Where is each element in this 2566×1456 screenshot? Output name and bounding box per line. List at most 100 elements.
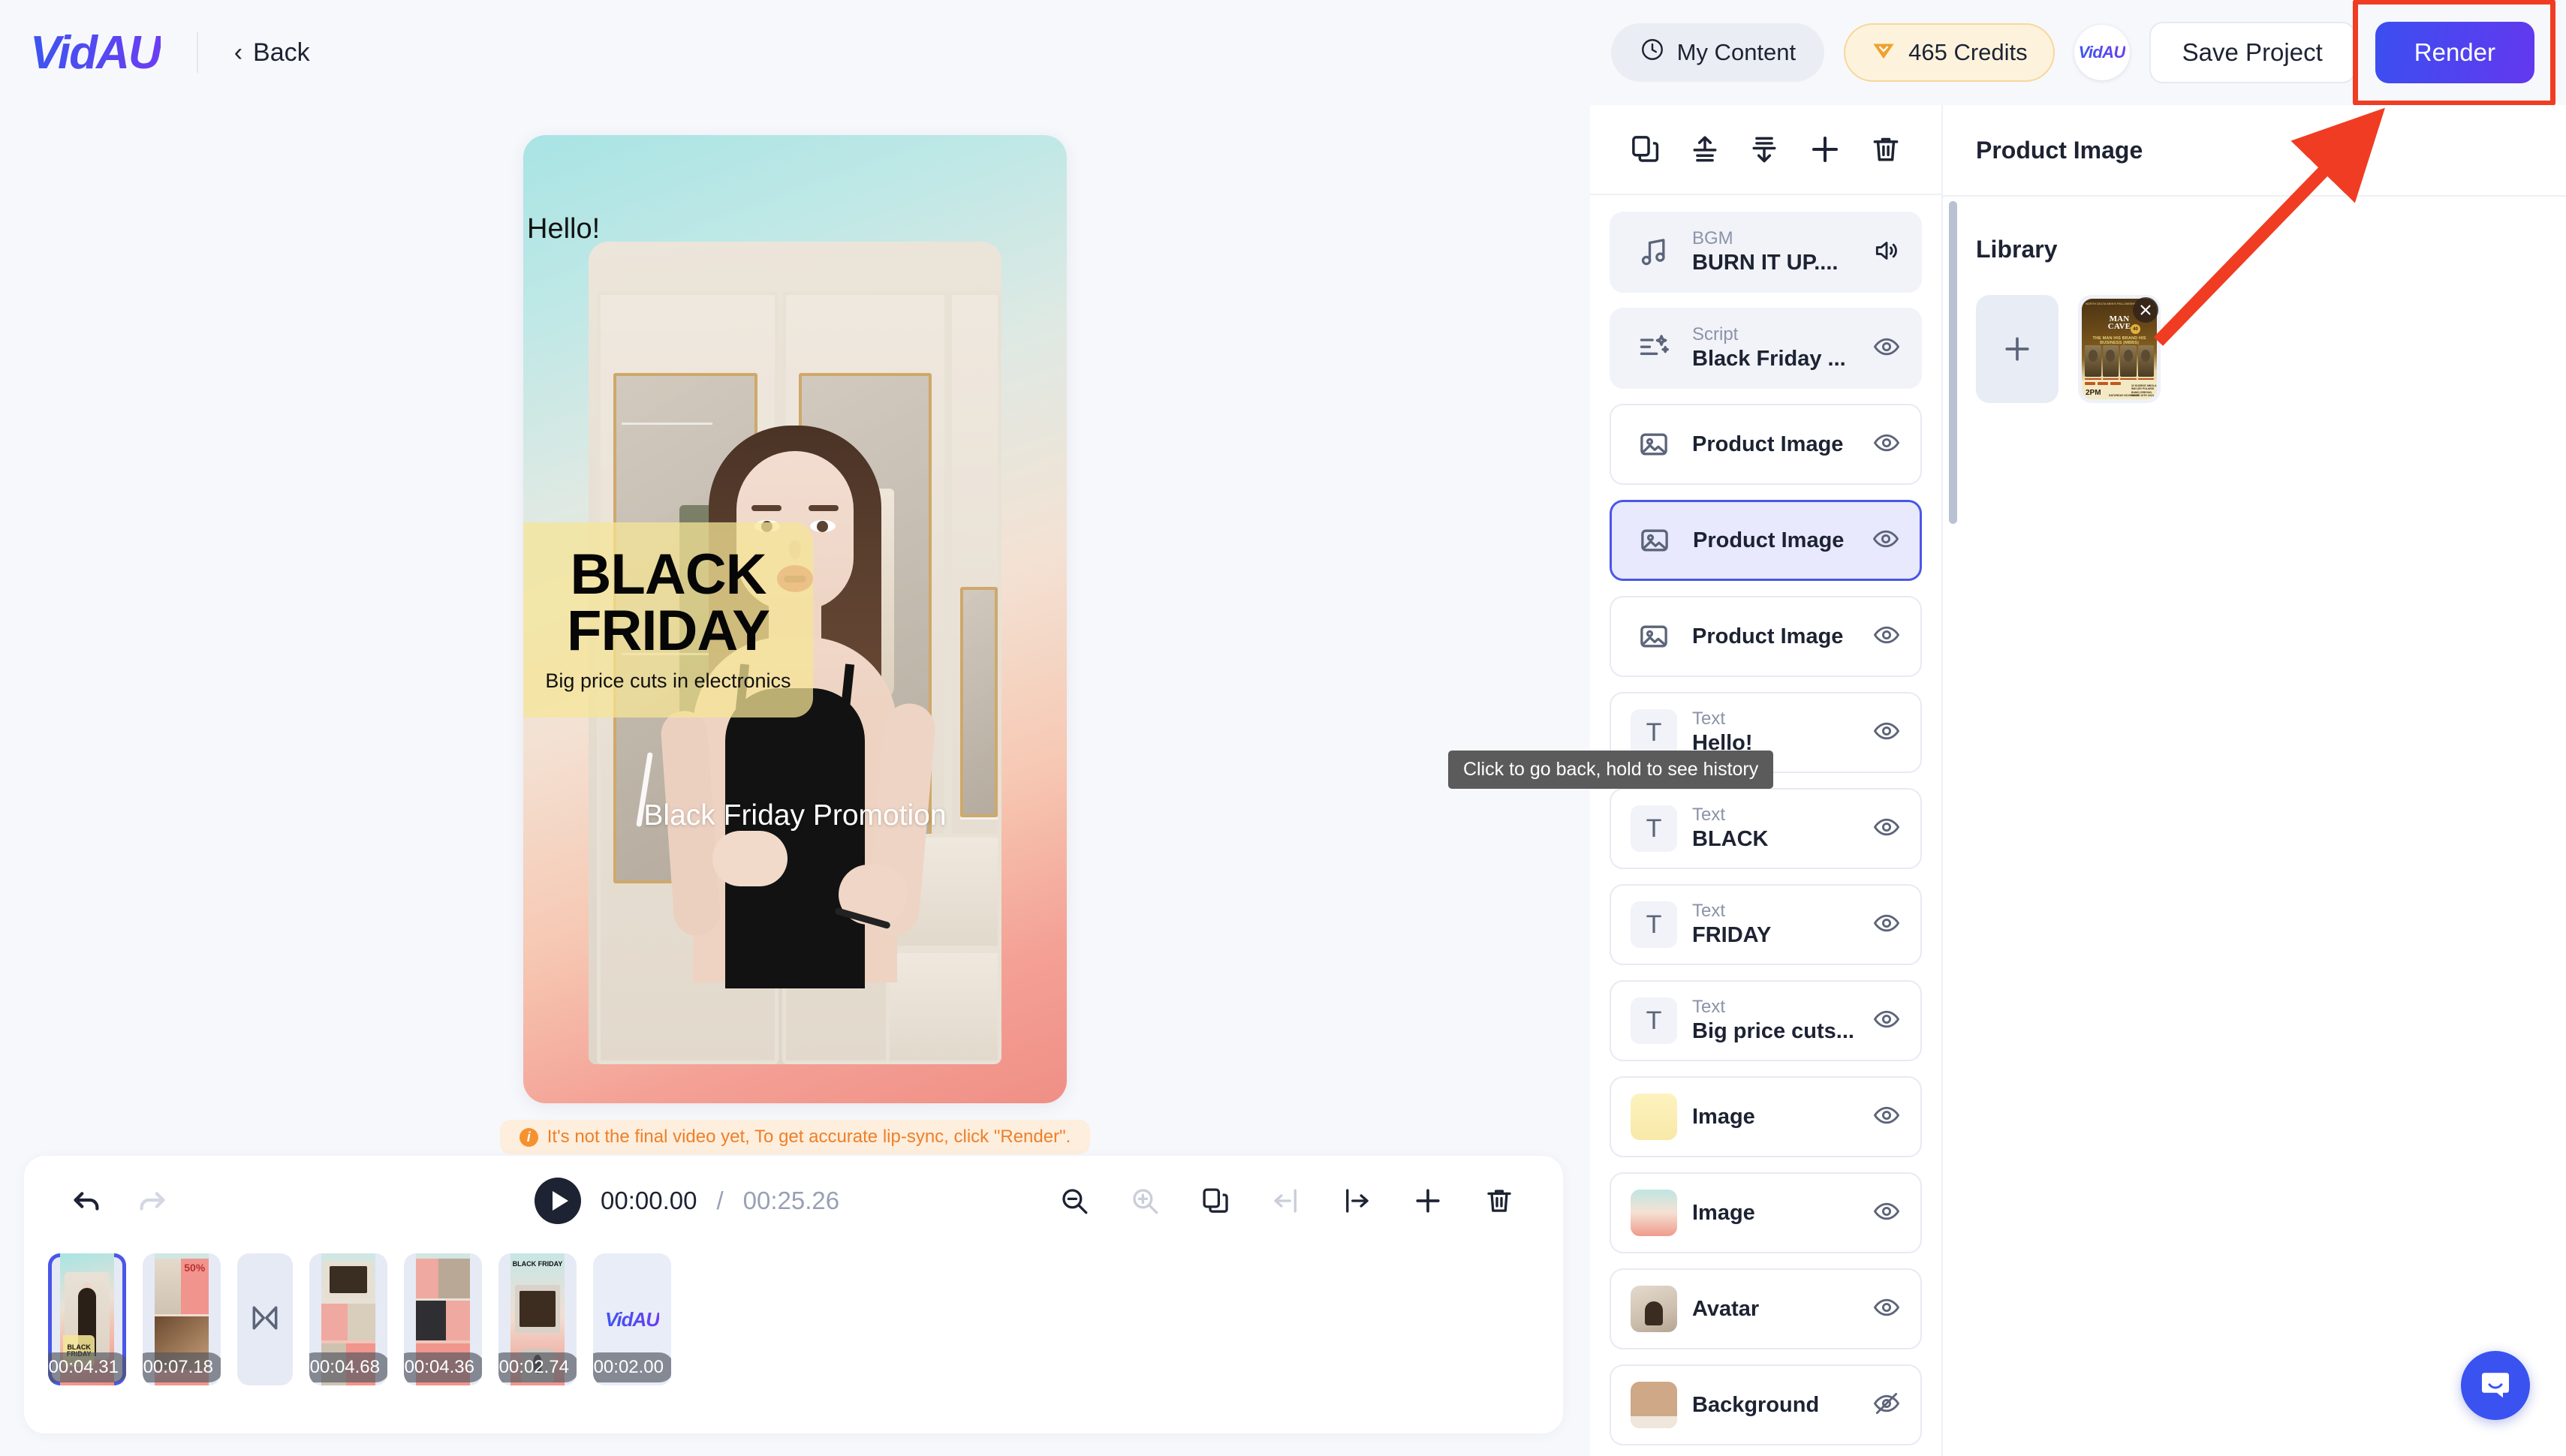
poster-title-line2: CAVE [2107,322,2131,332]
undo-button[interactable] [69,1184,104,1218]
layer-item-label: Image [1692,1200,1755,1225]
library-scrollbar[interactable] [1949,201,1957,524]
library-item[interactable]: NORTH DELTA MEN'S FELLOWSHIP MAN CAVE 40… [2078,295,2161,403]
split-left-icon[interactable] [1270,1185,1302,1217]
eye-icon[interactable] [1872,525,1900,557]
eye-icon[interactable] [1872,1101,1901,1133]
layer-item-product-image[interactable]: Product Image [1610,404,1922,485]
save-project-button[interactable]: Save Project [2149,22,2356,83]
back-button[interactable]: ‹ Back [234,38,310,68]
layer-item-burn-it-up[interactable]: BGM BURN IT UP.... [1610,212,1922,293]
top-bar: VidAU ‹ Back My Content 465 Credits VidA… [0,0,2566,106]
text-layer-icon: T [1631,901,1677,948]
zoom-out-icon[interactable] [1059,1185,1090,1217]
bring-forward-icon[interactable] [1688,133,1721,166]
credits-label: 465 Credits [1908,39,2028,65]
clip-duration: 00:04.31 [48,1352,126,1382]
transition-icon [248,1301,282,1338]
timeline-clip[interactable]: BLACK FRIDAY 00:04.31 [48,1253,126,1385]
eye-icon[interactable] [1872,429,1901,461]
duplicate-clip-icon[interactable] [1200,1185,1231,1217]
eye-icon[interactable] [1872,1005,1901,1037]
clip2-pct-label: 50% [184,1262,206,1274]
duplicate-layer-icon[interactable] [1629,133,1662,166]
eye-off-icon[interactable] [1872,1389,1901,1421]
delete-layer-icon[interactable] [1869,133,1902,166]
add-layer-icon[interactable] [1807,131,1843,167]
timeline-panel: 00:00.00 / 00:25.26 BLACK 00:04.31 50% 0… [24,1156,1563,1433]
chat-support-button[interactable] [2461,1351,2530,1420]
vidau-logo[interactable]: VidAU [30,26,162,80]
lipsync-notice: i It's not the final video yet, To get a… [499,1120,1091,1154]
layer-item-product-image[interactable]: Product Image [1610,596,1922,677]
poster-location: 32 KUDIRAT ABIOLA WAY (BY POLARIS BANK) … [2131,384,2157,397]
layer-item-label: Avatar [1692,1296,1760,1321]
layer-item-text: Product Image [1692,432,1857,458]
user-avatar[interactable]: VidAU [2074,25,2130,80]
eye-icon[interactable] [1872,909,1901,941]
layer-item-product-image[interactable]: Product Image [1610,500,1922,581]
library-item-remove-button[interactable] [2133,297,2158,323]
eye-icon[interactable] [1872,717,1901,749]
poster-footer: 2PM SATURDAY NOVEMBER 16TH 2024 32 KUDIR… [2082,380,2157,399]
preview-blackfriday-card[interactable]: BLACK FRIDAY Big price cuts in electroni… [523,522,813,717]
layer-item-avatar[interactable]: Avatar [1610,1268,1922,1349]
current-time: 00:00.00 [601,1187,697,1214]
poster-portraits [2085,345,2154,377]
play-button[interactable] [535,1178,581,1224]
image-icon [1631,517,1678,564]
preview-hello-text[interactable]: Hello! [527,213,600,245]
layer-item-friday[interactable]: T Text FRIDAY [1610,884,1922,965]
send-backward-icon[interactable] [1748,133,1781,166]
timeline-clip[interactable]: 50% 00:07.18 [143,1253,221,1385]
render-button[interactable]: Render [2375,22,2534,83]
render-button-wrapper: Render [2352,0,2555,106]
layer-item-image[interactable]: Image [1610,1076,1922,1157]
poster-subtitle: THE MAN HIS BRAND HIS BUSINESS (MBBS) [2092,336,2146,345]
add-clip-icon[interactable] [1411,1184,1444,1217]
image-icon [1631,613,1677,660]
timeline-controls: 00:00.00 / 00:25.26 [24,1156,1563,1246]
poster-badge: 40 [2131,324,2140,334]
timeline-clip[interactable]: BLACK FRIDAY 00:02.74 [498,1253,577,1385]
layer-thumbnail [1631,1382,1677,1428]
clip-duration: 00:04.68 [309,1352,387,1382]
header-actions: My Content 465 Credits VidAU Save Projec… [1610,0,2566,106]
my-content-button[interactable]: My Content [1610,23,1825,82]
library-add-button[interactable] [1976,295,2059,403]
layer-item-black[interactable]: T Text BLACK [1610,788,1922,869]
layer-item-big-price-cuts[interactable]: T Text Big price cuts... [1610,980,1922,1061]
volume-icon[interactable] [1872,236,1901,269]
layer-item-label: FRIDAY [1692,922,1772,947]
music-note-icon [1631,229,1677,275]
video-preview[interactable]: Hello! BLACK FRIDAY Big price cuts in el… [523,135,1067,1103]
eye-icon[interactable] [1872,1293,1901,1325]
eye-icon[interactable] [1872,621,1901,653]
history-tooltip: Click to go back, hold to see history [1448,751,1774,789]
layer-item-text: Product Image [1692,624,1857,650]
zoom-in-icon[interactable] [1129,1185,1161,1217]
split-right-icon[interactable] [1341,1185,1372,1217]
timeline-transition[interactable] [237,1253,293,1385]
eye-icon[interactable] [1872,813,1901,845]
time-separator: / [716,1187,724,1214]
layer-item-kind: Text [1692,901,1726,922]
history-controls [69,1184,170,1218]
layer-item-label: Background [1692,1392,1820,1417]
timeline-clip[interactable]: VidAU 00:02.00 [593,1253,671,1385]
credits-button[interactable]: 465 Credits [1844,23,2055,82]
layer-item-text: Text FRIDAY [1692,901,1857,948]
timeline-clip[interactable]: 00:04.36 [404,1253,482,1385]
eye-icon[interactable] [1872,332,1901,365]
layer-item-kind: BGM [1692,228,1733,249]
timeline-clip[interactable]: 00:04.68 [309,1253,387,1385]
delete-clip-icon[interactable] [1483,1185,1515,1217]
redo-button[interactable] [135,1184,170,1218]
eye-icon[interactable] [1872,1197,1901,1229]
layer-item-image[interactable]: Image [1610,1172,1922,1253]
layer-item-black-friday[interactable]: Script Black Friday ... [1610,308,1922,389]
text-layer-icon: T [1631,709,1677,756]
layer-item-text: Text Big price cuts... [1692,997,1857,1044]
layer-item-background[interactable]: Background [1610,1364,1922,1445]
back-button-label: Back [253,38,310,67]
